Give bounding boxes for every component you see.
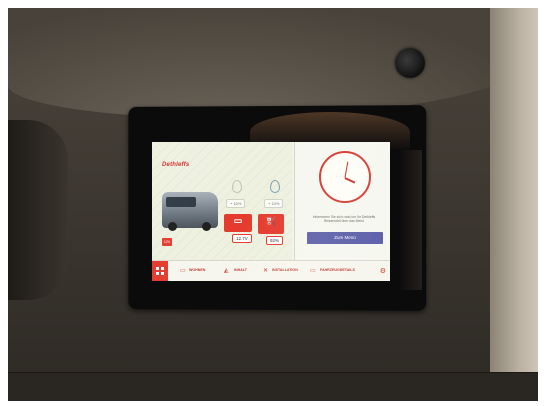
van-window	[166, 197, 196, 207]
fresh-water-level: + 10%	[226, 199, 246, 208]
battery-icon: ▭	[233, 215, 243, 226]
home-button[interactable]	[152, 261, 168, 281]
brand-logo: Dethleffs	[162, 162, 190, 168]
touch-screen: Dethleffs + 10% + 10% ▭ 12.7V ⛽ 92% 12V	[152, 142, 390, 281]
van-image	[162, 192, 218, 231]
grid-icon	[161, 272, 164, 275]
content-icon: ◭	[224, 268, 229, 274]
nav-item-inhalt[interactable]: INHALT	[234, 268, 247, 272]
gear-icon[interactable]: ⚙	[380, 267, 386, 275]
grid-icon	[156, 267, 159, 270]
hour-hand	[344, 177, 356, 184]
voltage-badge: 12V	[162, 238, 172, 246]
bezel-side-reflection	[398, 150, 422, 290]
info-text: Informieren Sie sich rund um Ihr Dethlef…	[312, 215, 376, 224]
battery-value: 12.7V	[232, 234, 252, 243]
status-panel: Dethleffs + 10% + 10% ▭ 12.7V ⛽ 92% 12V	[152, 142, 292, 260]
nav-item-fahrzeugdetails[interactable]: FAHRZEUGDETAILS	[320, 268, 355, 272]
tools-icon: ✕	[263, 268, 269, 274]
vehicle-icon: ▭	[310, 268, 316, 274]
bottom-nav: ▭ WOHNEN ◭ INHALT ✕ INSTALLATION ▭ FAHRZ…	[152, 260, 390, 281]
living-icon: ▭	[180, 268, 186, 274]
minute-hand	[344, 161, 349, 178]
van-wheel-front	[168, 222, 177, 231]
lower-panel	[8, 372, 538, 401]
nav-item-wohnen[interactable]: WOHNEN	[189, 268, 205, 272]
nav-item-installation[interactable]: INSTALLATION	[272, 268, 298, 272]
grey-water-icon	[270, 180, 280, 193]
analog-clock	[319, 151, 371, 203]
van-wheel-rear	[202, 222, 211, 231]
photo-scene: Dethleffs + 10% + 10% ▭ 12.7V ⛽ 92% 12V	[0, 0, 545, 406]
cabinet-edge	[8, 120, 68, 300]
fresh-water-icon	[232, 180, 242, 193]
menu-button[interactable]: Zum Menü	[307, 232, 383, 244]
grid-icon	[161, 267, 164, 270]
gas-tile[interactable]: ⛽	[258, 214, 284, 234]
side-pillar	[490, 8, 538, 400]
gas-value: 92%	[266, 236, 284, 245]
grid-icon	[156, 272, 159, 275]
grey-water-level: + 10%	[264, 199, 284, 208]
gas-icon: ⛽	[265, 216, 277, 227]
smoke-sensor	[395, 48, 425, 78]
battery-tile[interactable]: ▭	[224, 214, 252, 232]
